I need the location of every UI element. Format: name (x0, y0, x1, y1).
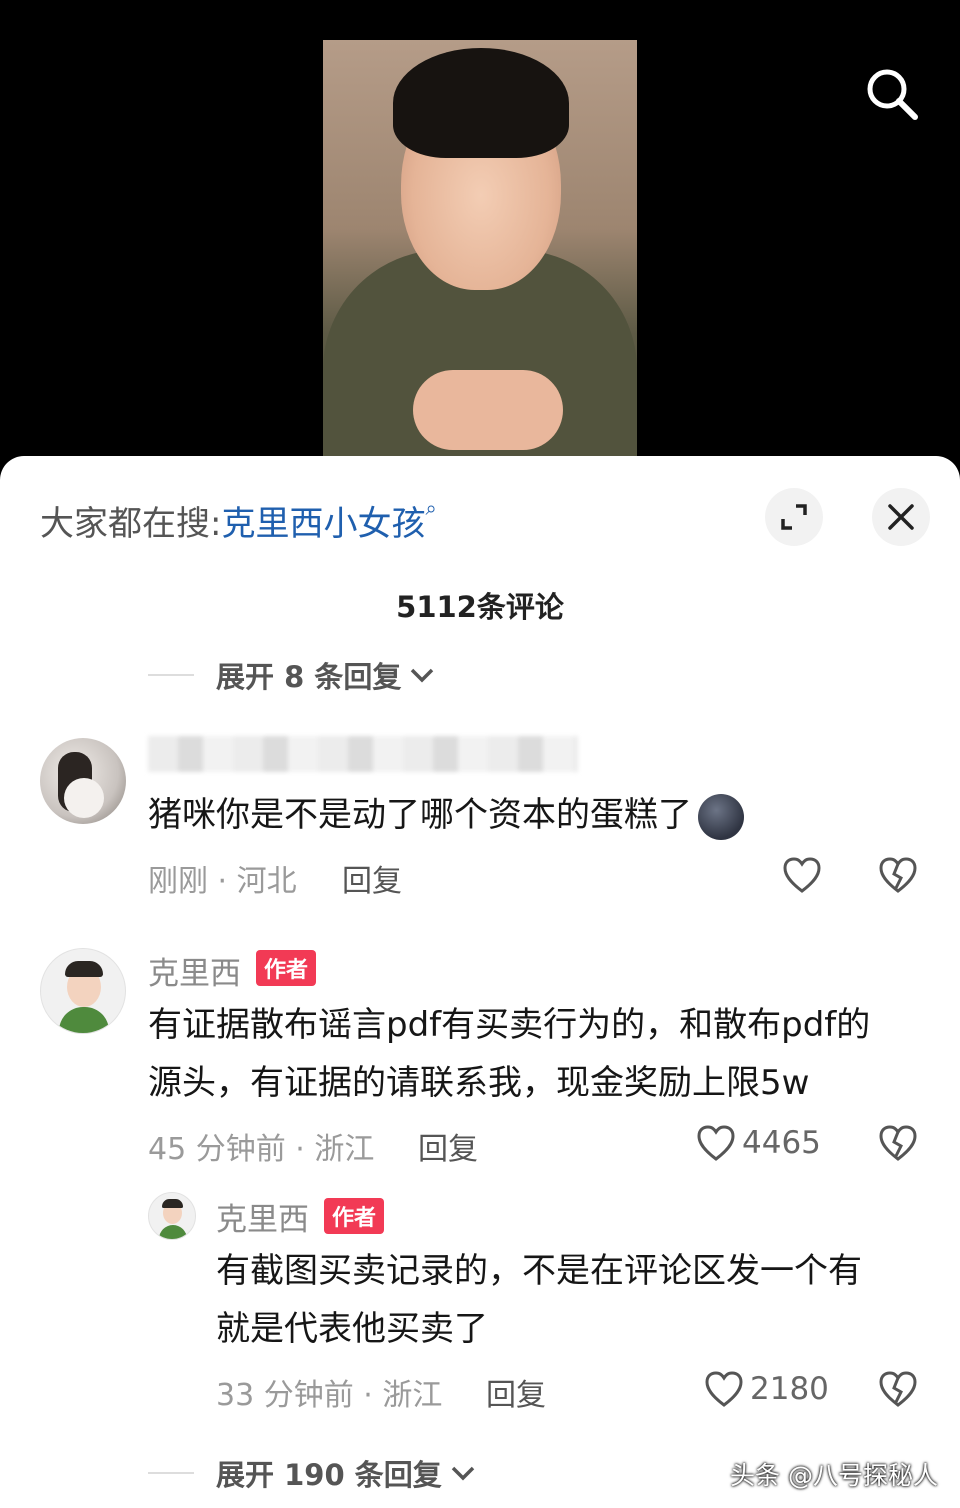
watermark: 头条 @八号探秘人 (730, 1461, 938, 1490)
dislike-button[interactable] (878, 1124, 918, 1166)
like-button[interactable]: 2180 (704, 1370, 829, 1408)
dislike-button[interactable] (878, 856, 918, 898)
expand-replies-bottom[interactable]: 展开 190 条回复 (148, 1452, 476, 1494)
reply-meta: 33 分钟前 · 浙江 (216, 1378, 443, 1413)
heart-icon (783, 857, 821, 893)
comments-sheet: 大家都在搜:克里西小女孩⌕ 5112条评论 展开 8 条回复 猪咪你是不是动了哪… (0, 456, 960, 1508)
expand-replies-top[interactable]: 展开 8 条回复 (148, 654, 435, 696)
expand-label: 展开 190 条回复 (216, 1458, 442, 1492)
reply-text-line2: 就是代表他买卖了 (216, 1309, 488, 1349)
person-hair (393, 48, 569, 158)
broken-heart-icon (879, 1371, 917, 1407)
chevron-down-icon (411, 668, 434, 683)
author-name[interactable]: 克里西 (216, 1194, 309, 1239)
author-badge: 作者 (256, 950, 317, 986)
avatar[interactable] (40, 948, 126, 1034)
like-button[interactable]: 4465 (696, 1124, 821, 1162)
expand-icon (781, 504, 807, 530)
video-thumbnail[interactable] (323, 40, 637, 460)
close-button[interactable] (872, 488, 930, 546)
divider (148, 674, 194, 676)
heart-icon (697, 1125, 735, 1161)
person-hands (413, 370, 563, 450)
reply-text-line1: 有截图买卖记录的，不是在评论区发一个有 (216, 1251, 862, 1291)
like-count: 2180 (750, 1371, 829, 1407)
reply-button[interactable]: 回复 (342, 856, 402, 900)
like-button[interactable] (782, 856, 822, 894)
reply-button[interactable]: 回复 (418, 1124, 478, 1168)
expand-label: 展开 8 条回复 (216, 660, 402, 694)
emoji-icon (698, 793, 744, 840)
comment-count: 5112条评论 (396, 590, 564, 624)
avatar[interactable] (148, 1192, 196, 1240)
trending-keyword[interactable]: 克里西小女孩 (221, 504, 425, 544)
comment-meta: 刚刚 · 河北 (148, 864, 297, 899)
reply-button[interactable]: 回复 (486, 1370, 546, 1414)
chevron-down-icon (451, 1466, 474, 1481)
video-area[interactable] (0, 0, 960, 480)
small-search-icon: ⌕ (425, 496, 437, 520)
divider (148, 1472, 194, 1474)
dislike-button[interactable] (878, 1370, 918, 1412)
author-badge: 作者 (324, 1198, 385, 1234)
heart-icon (705, 1371, 743, 1407)
search-icon[interactable] (862, 64, 922, 124)
blurred-username (148, 736, 578, 772)
like-count: 4465 (742, 1125, 821, 1161)
avatar[interactable] (40, 738, 126, 824)
fullscreen-button[interactable] (765, 488, 823, 546)
broken-heart-icon (879, 1125, 917, 1161)
comment-text-line2: 源头，有证据的请联系我，现金奖励上限5w (148, 1063, 810, 1103)
trending-search[interactable]: 大家都在搜:克里西小女孩⌕ (40, 496, 437, 545)
comment-meta: 45 分钟前 · 浙江 (148, 1132, 375, 1167)
comment-text: 猪咪你是不是动了哪个资本的蛋糕了 (148, 786, 744, 844)
comment-text-line1: 有证据散布谣言pdf有买卖行为的，和散布pdf的 (148, 1005, 871, 1045)
broken-heart-icon (879, 857, 917, 893)
close-icon (888, 504, 914, 530)
author-name[interactable]: 克里西 (148, 948, 241, 993)
trending-prefix: 大家都在搜: (40, 504, 222, 544)
